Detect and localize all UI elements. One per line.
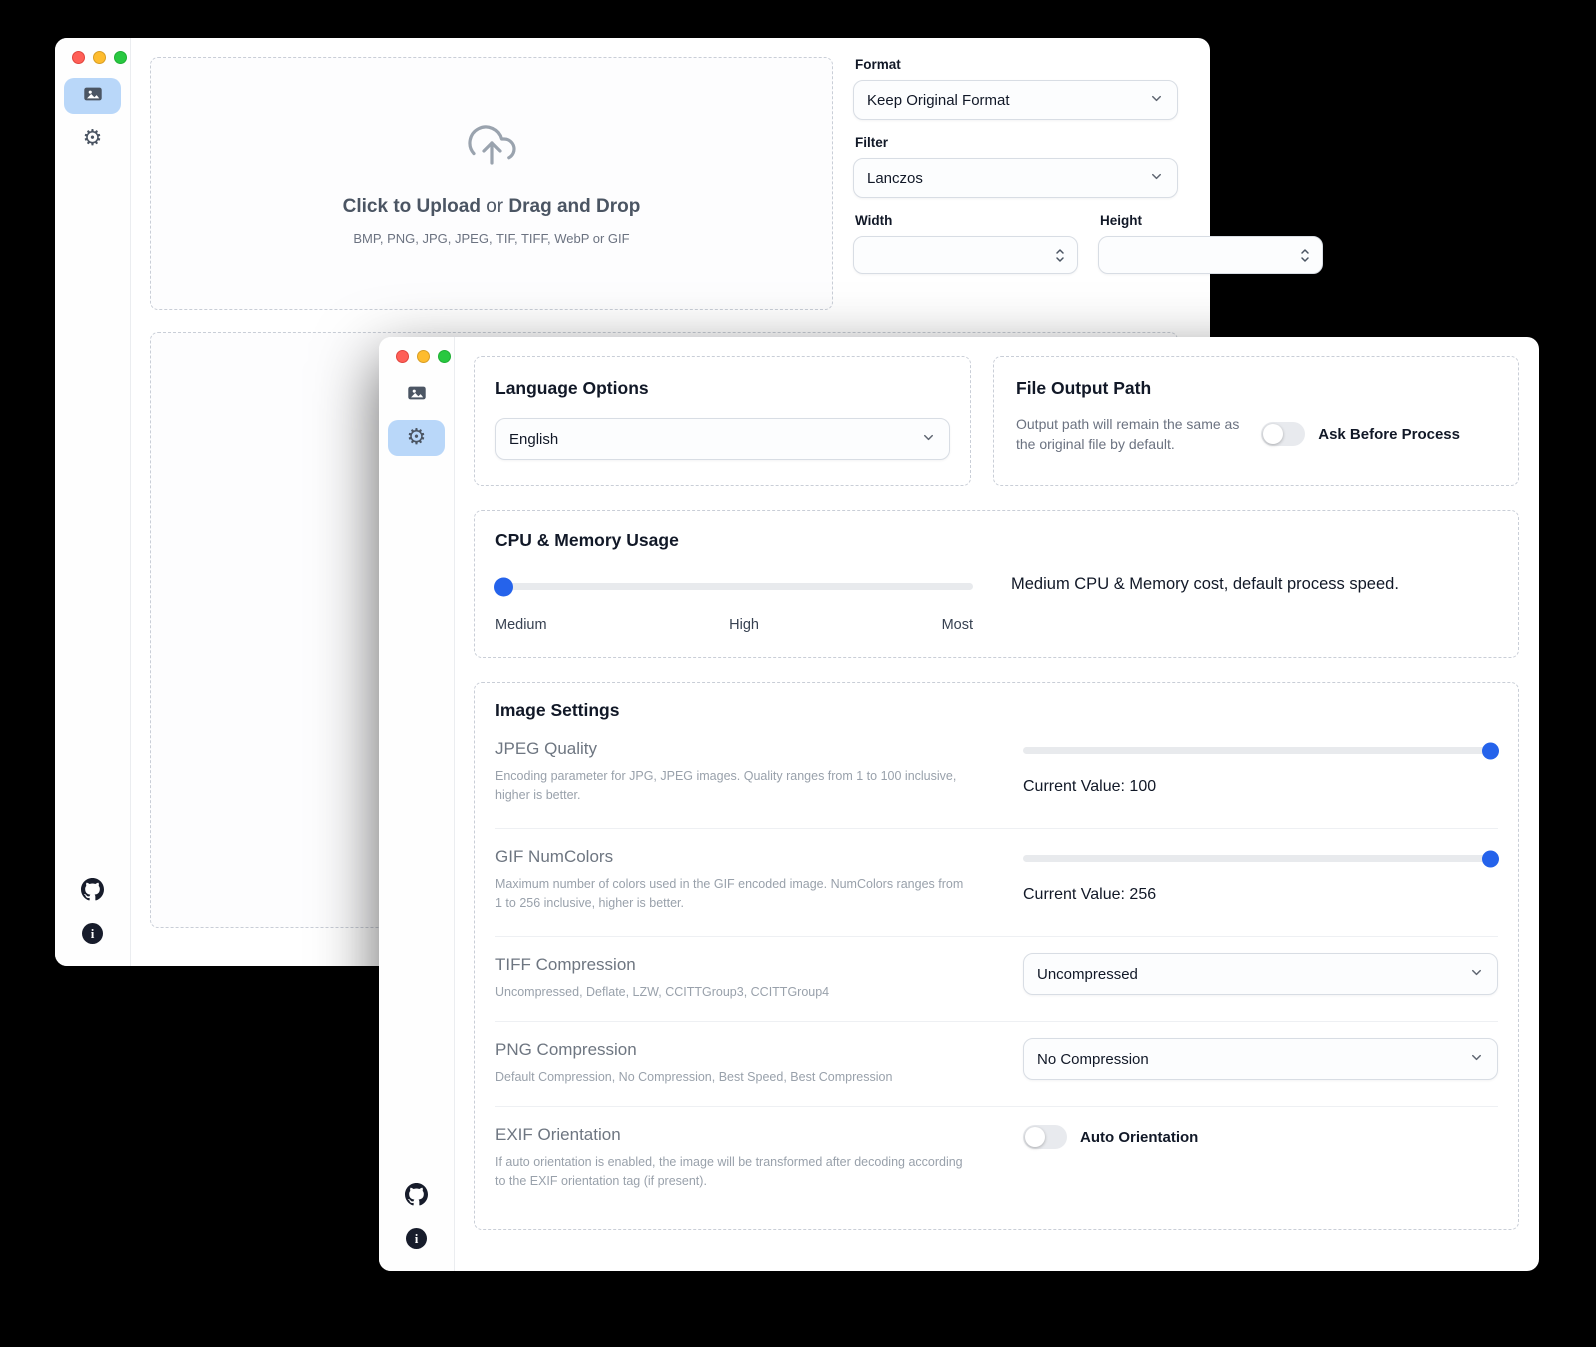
- format-selected-value: Keep Original Format: [867, 92, 1010, 109]
- setting-row-exif-orientation: EXIF Orientation If auto orientation is …: [495, 1107, 1498, 1214]
- width-input-wrap: [853, 236, 1078, 274]
- setting-title: JPEG Quality: [495, 739, 973, 759]
- setting-row-jpeg-quality: JPEG Quality Encoding parameter for JPG,…: [495, 721, 1498, 829]
- jpeg-quality-slider[interactable]: [1023, 747, 1498, 754]
- file-output-path-panel: File Output Path Output path will remain…: [993, 356, 1519, 486]
- tick-most: Most: [942, 617, 973, 633]
- filter-label: Filter: [855, 135, 1178, 150]
- image-settings-title: Image Settings: [495, 700, 1498, 721]
- sidebar-tab-images[interactable]: [64, 78, 121, 114]
- jpeg-quality-current-value: Current Value: 100: [1023, 778, 1498, 796]
- tiff-compression-value: Uncompressed: [1037, 966, 1138, 983]
- ask-before-process-toggle[interactable]: [1261, 422, 1305, 446]
- filter-selected-value: Lanczos: [867, 170, 923, 187]
- setting-title: TIFF Compression: [495, 955, 973, 975]
- language-options-panel: Language Options English: [474, 356, 971, 486]
- minimize-button[interactable]: [93, 51, 106, 64]
- sidebar: ⚙ i: [55, 38, 131, 966]
- cpu-memory-title: CPU & Memory Usage: [495, 530, 1498, 551]
- setting-description: Encoding parameter for JPG, JPEG images.…: [495, 767, 973, 806]
- github-icon[interactable]: [81, 878, 104, 906]
- format-label: Format: [855, 57, 1178, 72]
- output-path-description: Output path will remain the same as the …: [1016, 414, 1258, 455]
- settings-window: ⚙ i Language Options English File Output…: [379, 337, 1539, 1271]
- upload-cloud-icon: [464, 121, 520, 174]
- chevron-down-icon: [1469, 965, 1484, 984]
- setting-title: GIF NumColors: [495, 847, 973, 867]
- setting-title: PNG Compression: [495, 1040, 973, 1060]
- language-options-title: Language Options: [495, 378, 950, 399]
- sidebar-tab-settings[interactable]: ⚙: [64, 121, 121, 157]
- settings-content: Language Options English File Output Pat…: [455, 337, 1539, 1271]
- image-settings-panel: Image Settings JPEG Quality Encoding par…: [474, 682, 1519, 1230]
- setting-description: Default Compression, No Compression, Bes…: [495, 1068, 973, 1087]
- cpu-slider-knob[interactable]: [494, 577, 513, 596]
- setting-description: If auto orientation is enabled, the imag…: [495, 1153, 973, 1192]
- setting-row-png-compression: PNG Compression Default Compression, No …: [495, 1022, 1498, 1107]
- cpu-slider[interactable]: [495, 583, 973, 590]
- tick-medium: Medium: [495, 617, 547, 633]
- zoom-button[interactable]: [438, 350, 451, 363]
- info-icon[interactable]: i: [406, 1228, 427, 1249]
- zoom-button[interactable]: [114, 51, 127, 64]
- info-icon[interactable]: i: [82, 923, 103, 944]
- window-controls: [396, 350, 451, 363]
- chevron-down-icon: [1149, 91, 1164, 110]
- tick-high: High: [729, 617, 759, 633]
- png-compression-value: No Compression: [1037, 1051, 1149, 1068]
- height-input[interactable]: [1109, 246, 1294, 264]
- chevron-down-icon: [1149, 169, 1164, 188]
- width-input[interactable]: [864, 246, 1049, 264]
- upload-dropzone[interactable]: Click to Upload or Drag and Drop BMP, PN…: [150, 57, 833, 310]
- language-selected-value: English: [509, 431, 558, 448]
- gear-icon: ⚙: [407, 427, 427, 449]
- cpu-status-text: Medium CPU & Memory cost, default proces…: [1011, 575, 1399, 594]
- window-controls: [72, 51, 127, 64]
- image-icon: [406, 382, 428, 409]
- image-icon: [82, 83, 104, 110]
- stepper-icon[interactable]: [1294, 242, 1316, 268]
- close-button[interactable]: [396, 350, 409, 363]
- gear-icon: ⚙: [83, 128, 103, 150]
- height-input-wrap: [1098, 236, 1323, 274]
- gif-numcolors-current-value: Current Value: 256: [1023, 886, 1498, 904]
- cpu-slider-ticks: Medium High Most: [495, 617, 973, 633]
- setting-title: EXIF Orientation: [495, 1125, 973, 1145]
- setting-row-tiff-compression: TIFF Compression Uncompressed, Deflate, …: [495, 937, 1498, 1022]
- gif-numcolors-slider-knob[interactable]: [1482, 850, 1499, 867]
- minimize-button[interactable]: [417, 350, 430, 363]
- gif-numcolors-slider[interactable]: [1023, 855, 1498, 862]
- sidebar-tab-settings[interactable]: ⚙: [388, 420, 445, 456]
- setting-description: Uncompressed, Deflate, LZW, CCITTGroup3,…: [495, 983, 973, 1002]
- chevron-down-icon: [1469, 1050, 1484, 1069]
- sidebar: ⚙ i: [379, 337, 455, 1271]
- format-select[interactable]: Keep Original Format: [853, 80, 1178, 120]
- language-select[interactable]: English: [495, 418, 950, 460]
- ask-before-process-label: Ask Before Process: [1318, 426, 1460, 443]
- stepper-icon[interactable]: [1049, 242, 1071, 268]
- file-output-path-title: File Output Path: [1016, 378, 1496, 399]
- chevron-down-icon: [921, 430, 936, 449]
- setting-description: Maximum number of colors used in the GIF…: [495, 875, 973, 914]
- close-button[interactable]: [72, 51, 85, 64]
- auto-orientation-label: Auto Orientation: [1080, 1129, 1198, 1146]
- height-label: Height: [1100, 213, 1323, 228]
- width-label: Width: [855, 213, 1078, 228]
- png-compression-select[interactable]: No Compression: [1023, 1038, 1498, 1080]
- sidebar-tab-images[interactable]: [388, 377, 445, 413]
- auto-orientation-toggle[interactable]: [1023, 1125, 1067, 1149]
- jpeg-quality-slider-knob[interactable]: [1482, 742, 1499, 759]
- cpu-memory-panel: CPU & Memory Usage Medium High Most Medi…: [474, 510, 1519, 658]
- upload-title: Click to Upload or Drag and Drop: [343, 196, 641, 218]
- setting-row-gif-numcolors: GIF NumColors Maximum number of colors u…: [495, 829, 1498, 937]
- tiff-compression-select[interactable]: Uncompressed: [1023, 953, 1498, 995]
- github-icon[interactable]: [405, 1183, 428, 1211]
- convert-options: Format Keep Original Format Filter Lancz…: [853, 57, 1178, 310]
- filter-select[interactable]: Lanczos: [853, 158, 1178, 198]
- upload-supported-formats: BMP, PNG, JPG, JPEG, TIF, TIFF, WebP or …: [353, 231, 629, 246]
